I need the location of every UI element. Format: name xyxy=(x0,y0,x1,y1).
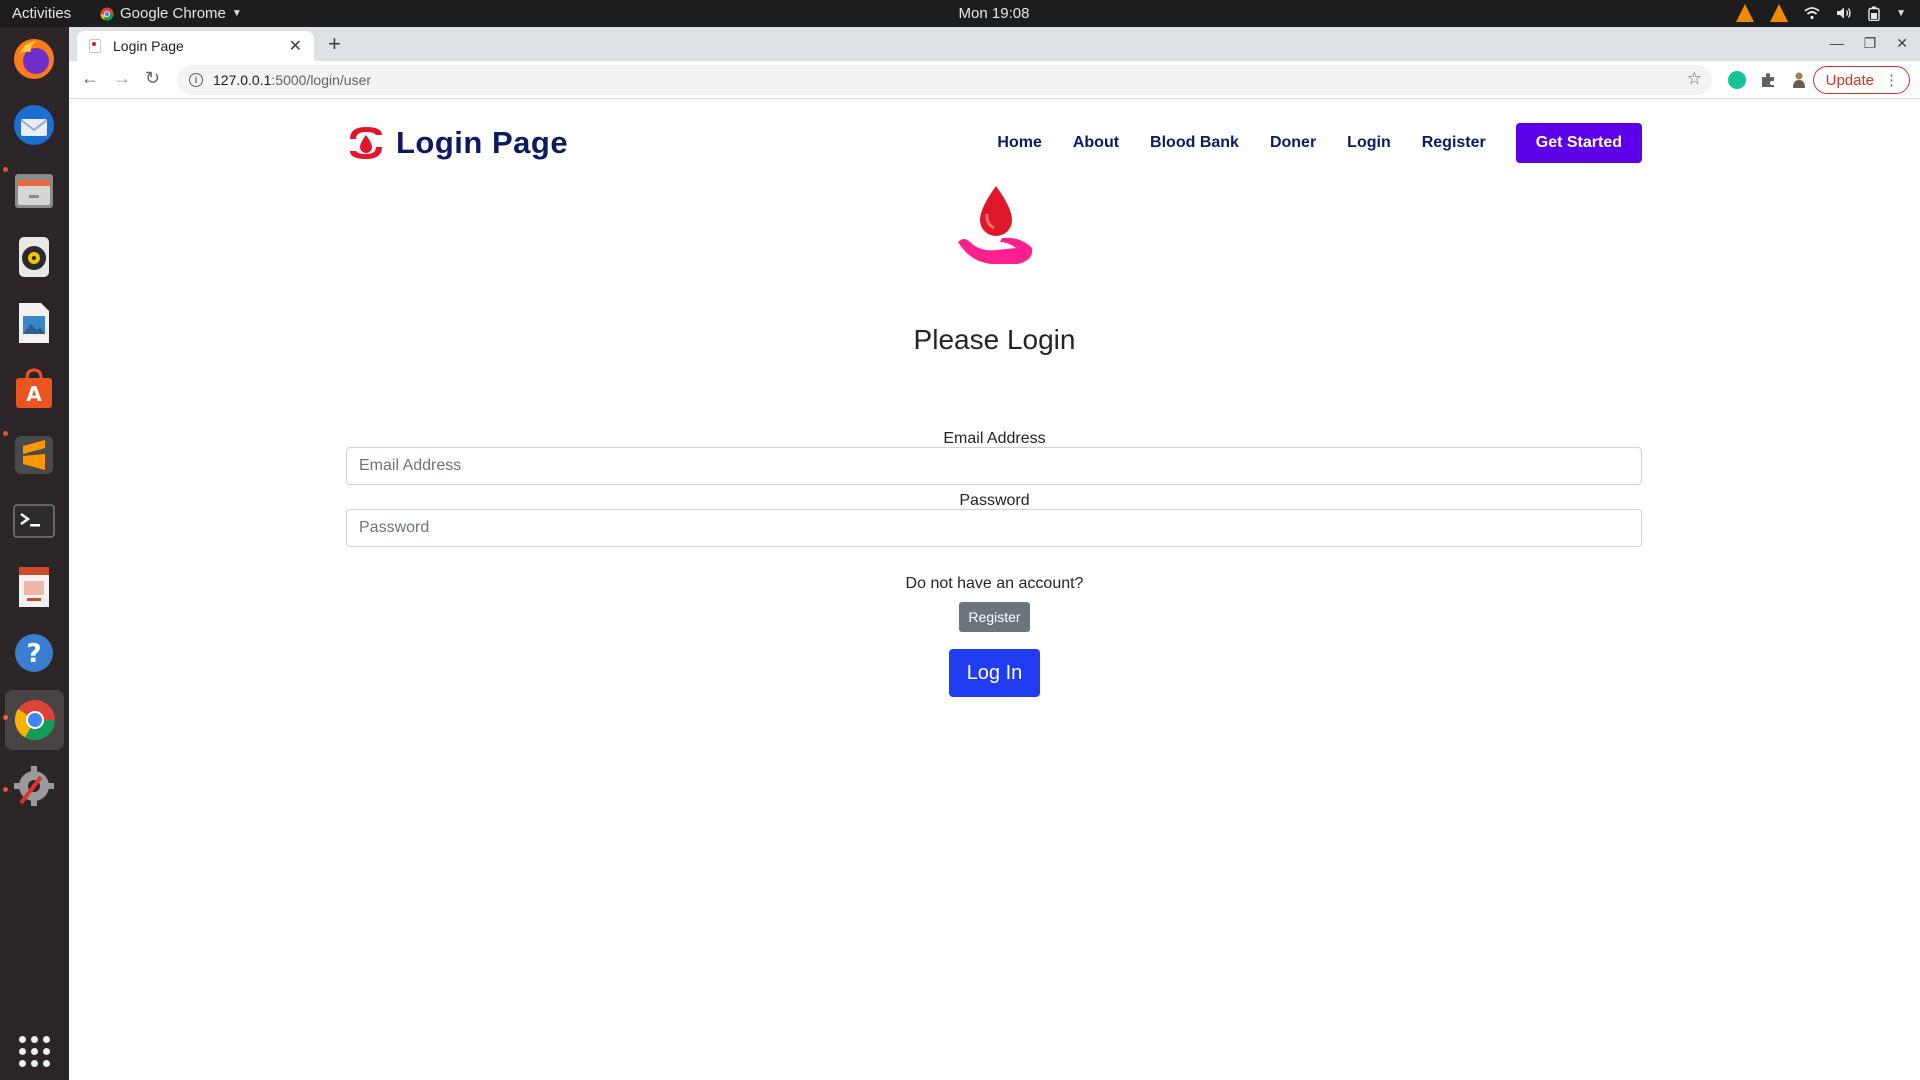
nav-link-login[interactable]: Login xyxy=(1347,134,1391,152)
profile-avatar-icon[interactable] xyxy=(1790,71,1808,89)
tab-login-page[interactable]: Login Page ✕ xyxy=(77,31,314,61)
thunderbird-icon[interactable] xyxy=(10,101,58,149)
svg-text:?: ? xyxy=(26,639,41,669)
blood-drop-logo-icon xyxy=(350,127,382,159)
browser-window: Login Page ✕ + — ❐ ✕ ← → ↻ i 127.0.0.1:5… xyxy=(69,27,1920,1080)
volume-icon[interactable] xyxy=(1836,6,1852,20)
firefox-icon[interactable] xyxy=(10,35,58,83)
register-button[interactable]: Register xyxy=(959,602,1030,632)
update-button-label: Update xyxy=(1825,71,1874,89)
files-icon[interactable] xyxy=(10,167,58,215)
site-info-icon[interactable]: i xyxy=(189,73,203,87)
tab-strip: Login Page ✕ + — ❐ ✕ xyxy=(69,27,1920,61)
terminal-icon[interactable] xyxy=(10,497,58,545)
help-icon[interactable]: ? xyxy=(10,629,58,677)
clock[interactable]: Mon 19:08 xyxy=(0,5,1920,22)
nav-links: Home About Blood Bank Doner Login Regist… xyxy=(966,123,1642,163)
browser-toolbar: ← → ↻ i 127.0.0.1:5000/login/user ☆ Upda… xyxy=(69,61,1920,99)
page-viewport: Login Page Home About Blood Bank Doner L… xyxy=(69,99,1920,1080)
back-arrow-icon[interactable]: ← xyxy=(81,68,99,89)
get-started-button[interactable]: Get Started xyxy=(1515,123,1642,163)
bookmark-star-icon[interactable]: ☆ xyxy=(1687,69,1702,89)
image-viewer-icon[interactable] xyxy=(10,299,58,347)
restore-icon[interactable]: ❐ xyxy=(1864,35,1877,52)
battery-icon[interactable] xyxy=(1868,6,1880,21)
nav-link-blood-bank[interactable]: Blood Bank xyxy=(1150,134,1239,152)
blood-donation-hand-icon xyxy=(958,186,1033,264)
site-navbar: Login Page Home About Blood Bank Doner L… xyxy=(346,123,1642,163)
window-controls: — ❐ ✕ xyxy=(1830,35,1908,52)
chrome-icon[interactable] xyxy=(5,690,64,750)
close-tab-icon[interactable]: ✕ xyxy=(289,36,302,56)
nav-link-doner[interactable]: Doner xyxy=(1270,134,1316,152)
system-tray[interactable]: ▼ xyxy=(1736,4,1906,22)
address-bar[interactable]: i 127.0.0.1:5000/login/user ☆ xyxy=(177,65,1712,95)
grammarly-extension-icon[interactable] xyxy=(1728,71,1746,89)
impress-icon[interactable] xyxy=(10,563,58,611)
settings-tool-icon[interactable] xyxy=(10,762,58,810)
brand-title: Login Page xyxy=(396,125,569,160)
url-host: 127.0.0.1 xyxy=(213,72,272,88)
reload-icon[interactable]: ↻ xyxy=(145,68,160,89)
brand[interactable]: Login Page xyxy=(346,123,568,163)
no-account-prompt: Do not have an account? xyxy=(905,575,1084,592)
url-path: :5000/login/user xyxy=(271,72,372,88)
wifi-icon[interactable] xyxy=(1804,6,1820,20)
system-top-bar: Activities Google Chrome ▼ Mon 19:08 ▼ xyxy=(0,0,1920,27)
close-window-icon[interactable]: ✕ xyxy=(1896,35,1908,52)
password-label: Password xyxy=(959,492,1030,509)
vlc-icon[interactable] xyxy=(1770,4,1789,22)
running-indicator xyxy=(3,167,8,172)
vlc-icon[interactable] xyxy=(1736,4,1755,22)
email-field[interactable] xyxy=(346,447,1642,485)
show-applications-icon[interactable] xyxy=(10,1027,58,1075)
page-favicon-icon xyxy=(89,39,101,53)
new-tab-icon[interactable]: + xyxy=(328,31,341,57)
running-indicator xyxy=(3,787,8,792)
email-label: Email Address xyxy=(943,430,1046,447)
running-indicator xyxy=(3,431,8,436)
nav-link-home[interactable]: Home xyxy=(997,134,1041,152)
page-title: Please Login xyxy=(913,324,1076,355)
nav-link-about[interactable]: About xyxy=(1073,134,1119,152)
forward-arrow-icon[interactable]: → xyxy=(113,68,131,89)
app-store-icon[interactable]: A xyxy=(10,365,58,413)
nav-link-register[interactable]: Register xyxy=(1422,134,1486,152)
minimize-icon[interactable]: — xyxy=(1830,35,1844,52)
log-in-button[interactable]: Log In xyxy=(949,649,1040,697)
extensions-puzzle-icon[interactable] xyxy=(1759,71,1777,89)
password-field[interactable] xyxy=(346,509,1642,547)
dock: A ? xyxy=(0,27,69,1080)
svg-text:A: A xyxy=(26,382,42,406)
sublime-text-icon[interactable] xyxy=(10,431,58,479)
tab-title: Login Page xyxy=(113,38,184,54)
rhythmbox-icon[interactable] xyxy=(10,233,58,281)
system-menu-chevron-icon[interactable]: ▼ xyxy=(1896,8,1906,19)
update-button[interactable]: Update ⋮ xyxy=(1812,66,1910,94)
more-vertical-icon: ⋮ xyxy=(1884,72,1899,89)
